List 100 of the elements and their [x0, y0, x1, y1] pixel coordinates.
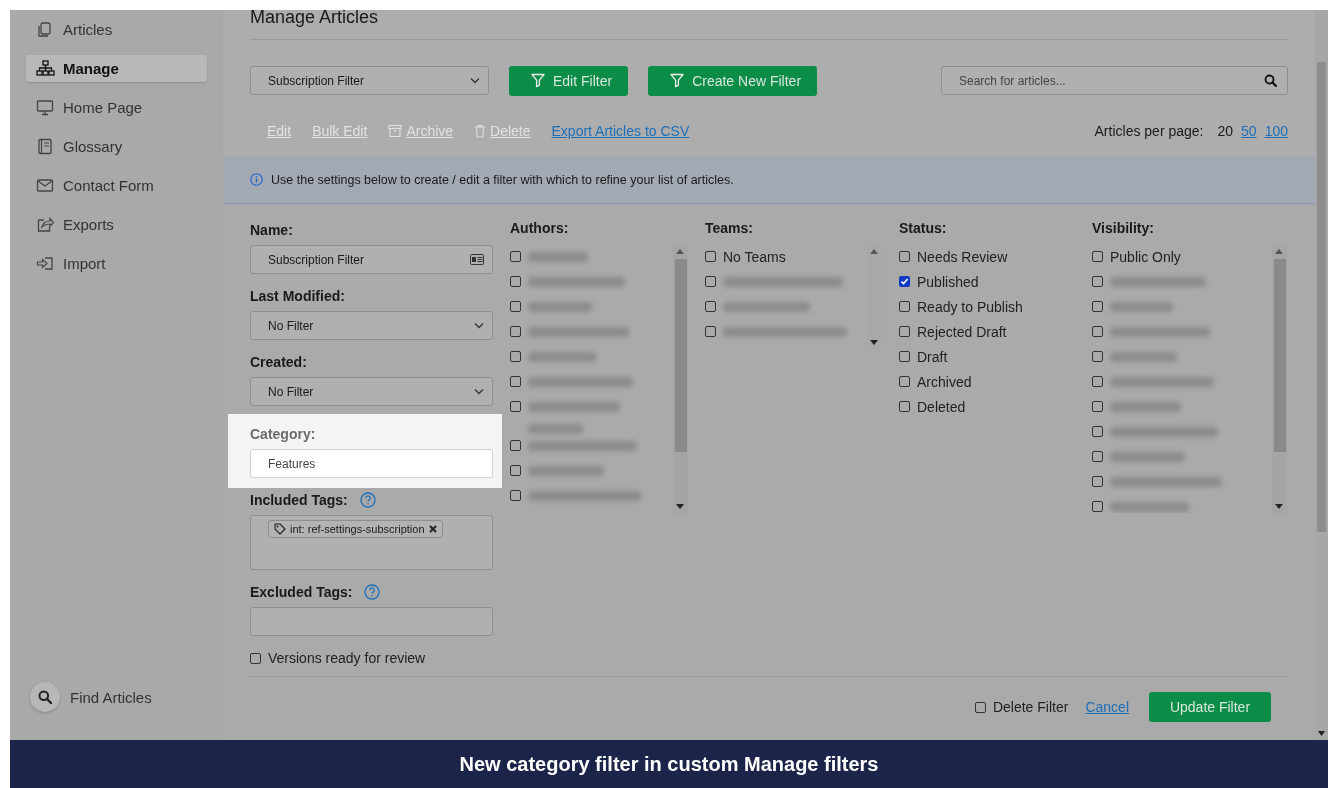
- import-icon: [36, 255, 55, 272]
- checkbox[interactable]: [510, 465, 521, 476]
- sidebar-item[interactable]: Exports: [26, 211, 207, 238]
- checkbox[interactable]: [510, 251, 521, 262]
- date-dropdown[interactable]: No Filter: [250, 377, 493, 406]
- checkbox[interactable]: [899, 376, 910, 387]
- page-title: Manage Articles: [250, 10, 1288, 40]
- option-label: Ready to Publish: [917, 299, 1023, 315]
- checkbox[interactable]: [1092, 326, 1103, 337]
- scroll-down-icon[interactable]: [676, 504, 684, 509]
- sidebar-item[interactable]: Import: [26, 250, 207, 277]
- column-heading: Authors:: [510, 220, 569, 236]
- scrollbar[interactable]: [1272, 245, 1287, 513]
- checkbox[interactable]: [705, 301, 716, 312]
- chevron-down-icon: [474, 322, 484, 329]
- scroll-down-icon[interactable]: [1318, 731, 1325, 736]
- checkbox[interactable]: [1092, 351, 1103, 362]
- checkbox[interactable]: [510, 440, 521, 451]
- caption-text: New category filter in custom Manage filters: [459, 752, 879, 776]
- column-heading: Visibility:: [1092, 220, 1154, 236]
- chevron-down-icon: [474, 388, 484, 395]
- tags-field[interactable]: [250, 607, 493, 636]
- sidebar-item[interactable]: Home Page: [26, 94, 207, 121]
- filter-dropdown[interactable]: Subscription Filter: [250, 66, 489, 95]
- checkbox[interactable]: [1092, 376, 1103, 387]
- checkbox[interactable]: [899, 276, 910, 287]
- checkbox[interactable]: [510, 351, 521, 362]
- column-heading: Status:: [899, 220, 947, 236]
- field-label: Included Tags:: [250, 492, 348, 508]
- option-label: No Teams: [723, 249, 786, 265]
- checkbox[interactable]: [899, 401, 910, 412]
- help-icon: [359, 492, 376, 508]
- sidebar-item[interactable]: Contact Form: [26, 172, 207, 199]
- checkbox[interactable]: [899, 251, 910, 262]
- option-label: Deleted: [917, 399, 966, 415]
- option-label: Rejected Draft: [917, 324, 1007, 340]
- scrollbar[interactable]: [673, 245, 688, 513]
- tags-field[interactable]: int: ref-settings-subscription: [250, 515, 493, 570]
- field-label: Last Modified:: [250, 288, 345, 304]
- tag-icon: [274, 523, 286, 535]
- field-label: Name:: [250, 222, 293, 238]
- checkbox[interactable]: [1092, 276, 1103, 287]
- checkbox[interactable]: [510, 401, 521, 412]
- blurred-text: [1110, 352, 1177, 362]
- field-label: Excluded Tags:: [250, 584, 353, 600]
- scroll-down-icon[interactable]: [1275, 504, 1283, 509]
- edit-filter-button[interactable]: Edit Filter: [509, 65, 629, 96]
- checkbox[interactable]: [705, 276, 716, 287]
- checkbox[interactable]: [1092, 401, 1103, 412]
- category-field[interactable]: Features: [250, 449, 493, 478]
- share-icon: [36, 216, 55, 233]
- sidebar-item[interactable]: Manage: [26, 55, 207, 82]
- tag-chip[interactable]: int: ref-settings-subscription: [268, 520, 443, 538]
- option-label: Public Only: [1110, 249, 1181, 265]
- option-label: Published: [917, 274, 979, 290]
- checkbox[interactable]: [899, 326, 910, 337]
- checkbox[interactable]: [1092, 501, 1103, 512]
- search-field[interactable]: Search for articles...: [941, 66, 1288, 95]
- checkbox[interactable]: [510, 490, 521, 501]
- update-filter-button[interactable]: Update Filter: [1149, 692, 1271, 722]
- scroll-up-icon[interactable]: [870, 249, 878, 254]
- field-label: Category:: [250, 426, 316, 442]
- checkbox[interactable]: [510, 376, 521, 387]
- sidebar-item[interactable]: Articles: [26, 16, 207, 43]
- scroll-up-icon[interactable]: [1275, 249, 1283, 254]
- checkbox[interactable]: [1092, 301, 1103, 312]
- blurred-text: [1110, 302, 1173, 312]
- sidebar-item[interactable]: Glossary: [26, 133, 207, 160]
- remove-icon: [428, 525, 437, 533]
- find-articles-link[interactable]: Find Articles: [70, 688, 152, 706]
- per-page-option[interactable]: 20: [1217, 123, 1234, 139]
- monitor-icon: [36, 99, 55, 116]
- checkbox[interactable]: [250, 652, 261, 664]
- checkbox[interactable]: [899, 301, 910, 312]
- sitemap-icon: [36, 60, 55, 77]
- scroll-down-icon[interactable]: [870, 340, 878, 345]
- checkbox[interactable]: [510, 326, 521, 337]
- search-button[interactable]: [30, 682, 60, 712]
- date-dropdown[interactable]: No Filter: [250, 311, 493, 340]
- info-icon: [250, 173, 263, 186]
- chevron-down-icon: [470, 77, 480, 84]
- blurred-text: [1110, 402, 1181, 412]
- checkbox[interactable]: [705, 326, 716, 337]
- checkbox[interactable]: [974, 701, 986, 713]
- checkbox[interactable]: [899, 351, 910, 362]
- per-page-label: Articles per page:: [1094, 123, 1204, 139]
- checkbox[interactable]: [1092, 451, 1103, 462]
- option-label: Draft: [917, 349, 948, 365]
- checkbox[interactable]: [510, 276, 521, 287]
- scroll-up-icon[interactable]: [676, 249, 684, 254]
- name-field[interactable]: Subscription Filter: [250, 245, 493, 274]
- checkbox[interactable]: [705, 251, 716, 262]
- checkbox[interactable]: [510, 301, 521, 312]
- blurred-text: [528, 302, 592, 312]
- create-filter-button[interactable]: Create New Filter: [648, 65, 818, 96]
- checkbox[interactable]: [1092, 251, 1103, 262]
- help-icon: [364, 584, 381, 600]
- checkbox[interactable]: [1092, 426, 1103, 437]
- info-text: Use the settings below to create / edit a filter with which to refine your list of articles.: [271, 172, 734, 187]
- checkbox[interactable]: [1092, 476, 1103, 487]
